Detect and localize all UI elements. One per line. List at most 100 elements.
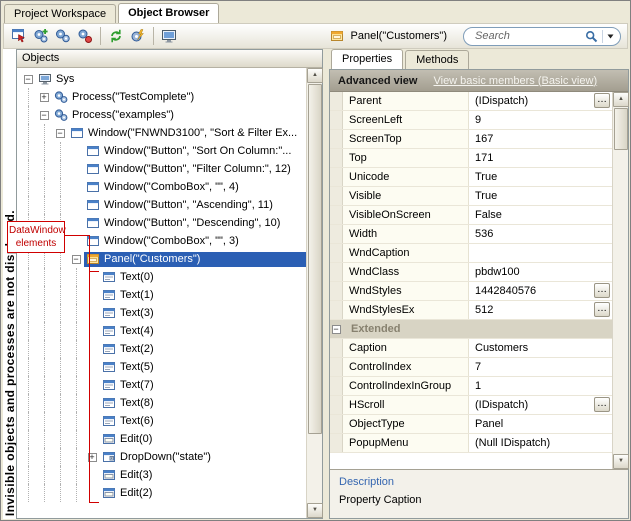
property-name[interactable]: ControlIndex [343, 358, 469, 376]
tree-item-content[interactable]: Text(3) [100, 306, 158, 321]
property-value[interactable]: 171 [469, 149, 612, 167]
expander-box[interactable]: − [40, 111, 49, 120]
property-value[interactable]: 9 [469, 111, 612, 129]
tree-item-content[interactable]: Text(4) [100, 324, 158, 339]
tree-item[interactable]: −Process("examples") [20, 106, 306, 124]
tree-item-content[interactable]: Process("examples") [52, 108, 178, 123]
scrollbar-thumb[interactable] [308, 84, 322, 434]
collapse-expander[interactable]: − [52, 124, 68, 142]
collapse-expander[interactable]: − [36, 106, 52, 124]
property-value[interactable]: 1442840576… [469, 282, 612, 300]
property-row[interactable]: ControlIndex7 [330, 358, 612, 377]
view-object-icon[interactable] [74, 25, 96, 47]
update-tree-icon[interactable] [127, 25, 149, 47]
property-value[interactable]: 167 [469, 130, 612, 148]
tree-item[interactable]: +Process("TestComplete") [20, 88, 306, 106]
property-value[interactable] [469, 244, 612, 262]
property-value[interactable]: Customers [469, 339, 612, 357]
property-name[interactable]: Visible [343, 187, 469, 205]
tree-item[interactable]: Text(0) [20, 268, 306, 286]
search-box[interactable] [463, 27, 621, 46]
search-dropdown-icon[interactable] [607, 34, 614, 39]
tree-item-content[interactable]: Text(7) [100, 378, 158, 393]
tree-item[interactable]: Window("ComboBox", "", 4) [20, 178, 306, 196]
collapse-expander[interactable]: − [332, 325, 341, 334]
property-name[interactable]: ObjectType [343, 415, 469, 433]
scroll-up-icon[interactable]: ▲ [613, 92, 629, 107]
map-object-icon[interactable] [30, 25, 52, 47]
property-row[interactable]: Top171 [330, 149, 612, 168]
tab-project-workspace[interactable]: Project Workspace [4, 4, 116, 23]
expander-box[interactable]: − [24, 75, 33, 84]
property-name[interactable]: Parent [343, 92, 469, 110]
expand-expander[interactable]: + [36, 88, 52, 106]
tree-scrollbar[interactable]: ▲ ▼ [306, 68, 322, 518]
tree-item-content[interactable]: DropDown("state") [100, 450, 215, 465]
expander-box[interactable]: − [72, 255, 81, 264]
property-name[interactable]: Unicode [343, 168, 469, 186]
tree-item-content[interactable]: Edit(0) [100, 432, 156, 447]
tree-item-content[interactable]: Text(2) [100, 342, 158, 357]
property-row[interactable]: WndClasspbdw100 [330, 263, 612, 282]
tab-methods[interactable]: Methods [405, 50, 469, 69]
property-name[interactable]: Top [343, 149, 469, 167]
property-name[interactable]: ControlIndexInGroup [343, 377, 469, 395]
tree-item[interactable]: Text(6) [20, 412, 306, 430]
property-row[interactable]: Parent(IDispatch)… [330, 92, 612, 111]
scrollbar-thumb[interactable] [614, 108, 628, 150]
tree-item[interactable]: Window("Button", "Sort On Column:"... [20, 142, 306, 160]
highlight-object-icon[interactable] [8, 25, 30, 47]
tree-item-content[interactable]: Window("Button", "Ascending", 11) [84, 198, 277, 213]
property-value[interactable]: 536 [469, 225, 612, 243]
property-row[interactable]: ControlIndexInGroup1 [330, 377, 612, 396]
property-row[interactable]: Width536 [330, 225, 612, 244]
ellipsis-button[interactable]: … [594, 93, 610, 108]
ellipsis-button[interactable]: … [594, 397, 610, 412]
property-row[interactable]: VisibleTrue [330, 187, 612, 206]
tab-properties[interactable]: Properties [331, 49, 403, 69]
property-value[interactable]: (Null IDispatch) [469, 434, 612, 452]
property-value[interactable]: (IDispatch)… [469, 92, 612, 110]
tree-item-content[interactable]: Text(8) [100, 396, 158, 411]
property-value[interactable]: True [469, 187, 612, 205]
tree-item[interactable]: −Sys [20, 70, 306, 88]
property-name[interactable]: PopupMenu [343, 434, 469, 452]
property-name[interactable]: ScreenLeft [343, 111, 469, 129]
expander-box[interactable]: + [40, 93, 49, 102]
tree-item-content[interactable]: Sys [36, 72, 78, 87]
tree-item-content[interactable]: Text(6) [100, 414, 158, 429]
property-name[interactable]: WndClass [343, 263, 469, 281]
tree-item[interactable]: Text(1) [20, 286, 306, 304]
property-group-row[interactable]: −Extended [330, 320, 612, 339]
scroll-up-icon[interactable]: ▲ [307, 68, 323, 83]
ellipsis-button[interactable]: … [594, 283, 610, 298]
property-value[interactable]: (IDispatch)… [469, 396, 612, 414]
property-row[interactable]: ObjectTypePanel [330, 415, 612, 434]
tree-item[interactable]: Text(8) [20, 394, 306, 412]
expand-expander[interactable]: + [84, 448, 100, 466]
scroll-down-icon[interactable]: ▼ [613, 454, 629, 469]
tree-item[interactable]: Edit(2) [20, 484, 306, 502]
property-value[interactable]: Panel [469, 415, 612, 433]
tree-item[interactable]: +DropDown("state") [20, 448, 306, 466]
property-row[interactable]: ScreenLeft9 [330, 111, 612, 130]
property-name[interactable]: HScroll [343, 396, 469, 414]
tree-item-content[interactable]: Text(5) [100, 360, 158, 375]
tree-item-content[interactable]: Panel("Customers") [84, 252, 306, 267]
tree-item-content[interactable]: Window("Button", "Filter Column:", 12) [84, 162, 295, 177]
tree-item-content[interactable]: Window("Button", "Descending", 10) [84, 216, 284, 231]
tree-item[interactable]: Text(7) [20, 376, 306, 394]
property-value[interactable]: 1 [469, 377, 612, 395]
tree-item[interactable]: Text(3) [20, 304, 306, 322]
property-name[interactable]: VisibleOnScreen [343, 206, 469, 224]
property-name[interactable]: WndStyles [343, 282, 469, 300]
tree-item[interactable]: Text(2) [20, 340, 306, 358]
property-row[interactable]: WndStyles1442840576… [330, 282, 612, 301]
property-name[interactable]: Width [343, 225, 469, 243]
tab-object-browser[interactable]: Object Browser [118, 3, 219, 23]
scroll-down-icon[interactable]: ▼ [307, 503, 323, 518]
property-row[interactable]: WndCaption [330, 244, 612, 263]
tree-item-content[interactable]: Text(1) [100, 288, 158, 303]
tree-item[interactable]: −Window("FNWND3100", "Sort & Filter Ex..… [20, 124, 306, 142]
object-options-icon[interactable] [52, 25, 74, 47]
